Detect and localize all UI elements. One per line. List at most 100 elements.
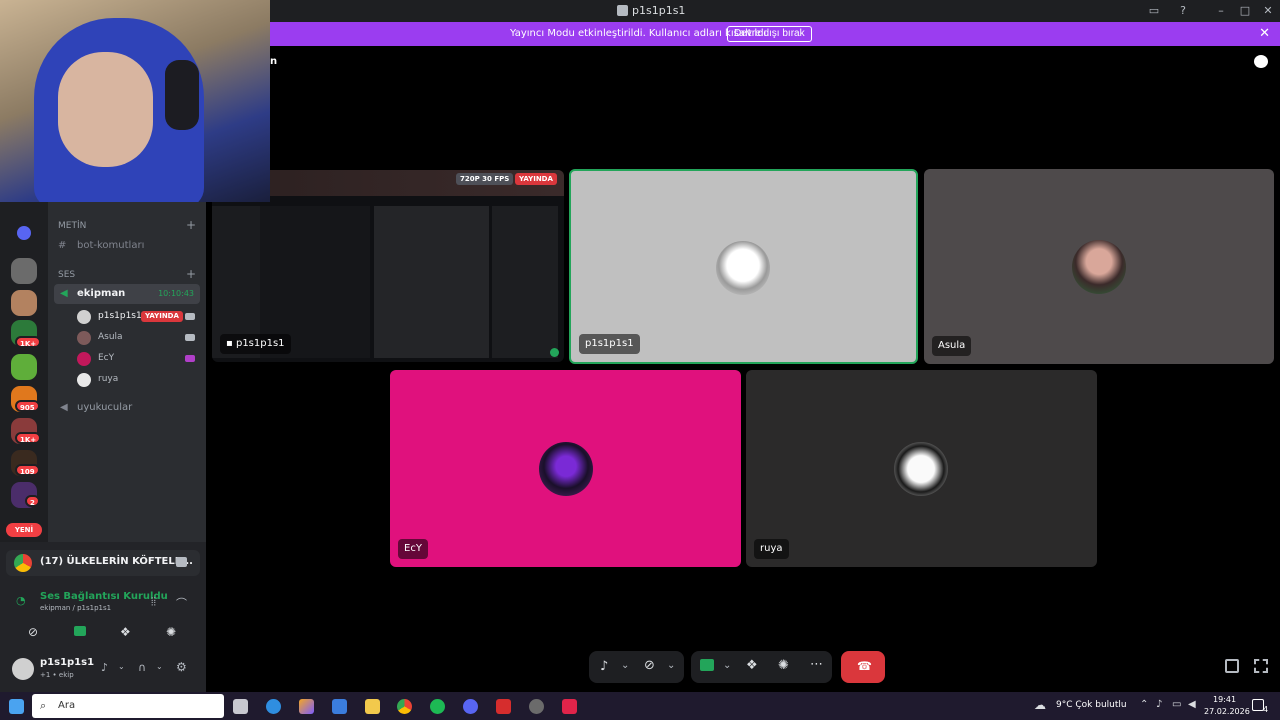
voice-channel-ekipman[interactable]: ◀ ekipman 10:10:43 [54, 284, 200, 304]
app-icon [617, 5, 628, 16]
stream-preview-chat [374, 206, 489, 358]
weather-text[interactable]: 9°C Çok bulutlu [1056, 700, 1127, 710]
chevron-down-icon[interactable]: ⌄ [156, 662, 163, 671]
help-icon[interactable]: ? [1175, 3, 1191, 19]
live-badge: YAYINDA [515, 173, 557, 185]
activities-button[interactable]: ❖ [106, 622, 146, 644]
obs-icon[interactable] [529, 699, 544, 714]
clock-time[interactable]: 19:41 [1213, 695, 1236, 704]
inbox-icon[interactable]: ▭ [1146, 3, 1162, 19]
activity-card[interactable]: (17) ÜLKELERİN KÖFTELE... [6, 550, 200, 576]
live-badge: YAYINDA [141, 311, 183, 322]
settings-gear-icon[interactable]: ⚙ [176, 660, 187, 674]
server-icon[interactable] [11, 354, 37, 380]
spotify-icon[interactable] [430, 699, 445, 714]
headphones-icon[interactable]: ∩ [138, 661, 146, 674]
maximize-button[interactable]: □ [1237, 3, 1253, 19]
toggle-camera-button[interactable]: ⊘ [14, 622, 54, 644]
avatar [77, 352, 91, 366]
server-icon[interactable] [11, 290, 37, 316]
mic-icon[interactable]: ♪ [600, 659, 608, 674]
voice-channel-uyukucular[interactable]: uyukucular [77, 402, 132, 413]
add-voice-channel-icon[interactable]: + [186, 267, 196, 281]
participant-tile[interactable]: Asula [924, 169, 1274, 364]
voice-category[interactable]: SES [58, 270, 75, 280]
chevron-down-icon[interactable]: ⌄ [621, 660, 629, 671]
server-icon[interactable] [11, 258, 37, 284]
participant-name: p1s1p1s1 [579, 334, 640, 354]
more-options-icon[interactable]: ⋯ [810, 657, 823, 672]
soundboard-button[interactable]: ✺ [152, 622, 192, 644]
chevron-down-icon[interactable]: ⌄ [723, 660, 731, 671]
disable-streamer-mode-button[interactable]: Devre dışı bırak [727, 26, 812, 42]
screen-share-icon [74, 626, 86, 636]
taskbar-search[interactable]: ⌕ Ara [32, 694, 224, 718]
chevron-up-icon[interactable]: ⌃ [1140, 699, 1148, 710]
server-rail: 1K+ 905 1K+ 109 2 [0, 202, 48, 542]
close-banner-icon[interactable]: ✕ [1259, 26, 1270, 41]
volume-icon[interactable]: ◀ [1188, 699, 1196, 710]
voice-member[interactable]: p1s1p1s1 YAYINDA [77, 308, 199, 326]
folder-icon[interactable] [365, 699, 380, 714]
stream-preview-settings [492, 206, 558, 358]
search-placeholder: Ara [58, 700, 76, 711]
discord-icon[interactable] [463, 699, 478, 714]
noise-suppression-icon[interactable]: ⦙⦙ [151, 595, 156, 609]
chrome-icon[interactable] [397, 699, 412, 714]
activities-icon[interactable]: ❖ [746, 658, 758, 673]
user-name[interactable]: p1s1p1s1 [40, 657, 94, 668]
chevron-down-icon[interactable]: ⌄ [118, 662, 125, 671]
member-name: Asula [98, 332, 123, 342]
disconnect-icon[interactable]: ⌒ [176, 595, 187, 611]
stream-preview-icon[interactable] [176, 557, 187, 567]
screen-share-icon[interactable] [700, 659, 714, 671]
app-icon[interactable] [496, 699, 511, 714]
chevron-down-icon[interactable]: ⌄ [667, 660, 675, 671]
voice-member[interactable]: Asula [77, 329, 199, 347]
camera-off-icon: ⊘ [28, 625, 39, 639]
network-icon[interactable]: ▭ [1172, 699, 1181, 710]
stream-label-text: p1s1p1s1 [235, 338, 285, 349]
add-channel-icon[interactable]: + [186, 218, 196, 232]
voice-member[interactable]: ruya [77, 371, 199, 389]
windows-start-icon[interactable] [9, 699, 24, 714]
copilot-icon[interactable] [299, 699, 314, 714]
member-name: p1s1p1s1 [98, 311, 142, 321]
participant-tile[interactable]: EcY [390, 370, 741, 567]
window-title: p1s1p1s1 [632, 4, 686, 17]
task-view-icon[interactable] [233, 699, 248, 714]
avatar [894, 442, 948, 496]
avatar [539, 442, 593, 496]
mic-tray-icon[interactable]: ♪ [1156, 699, 1162, 710]
chrome-icon [14, 554, 32, 572]
clock-date[interactable]: 27.02.2026 [1204, 707, 1250, 716]
soundboard-icon[interactable]: ✺ [778, 658, 789, 673]
store-icon[interactable] [332, 699, 347, 714]
participant-name: EcY [398, 539, 428, 559]
chat-icon[interactable] [1254, 55, 1268, 68]
participant-tile[interactable]: p1s1p1s1 [569, 169, 918, 364]
close-window-button[interactable]: ✕ [1260, 3, 1276, 19]
user-avatar[interactable] [12, 658, 34, 680]
participant-tile[interactable]: ruya [746, 370, 1097, 567]
new-unreads-pill[interactable]: YENİ [6, 523, 42, 537]
edge-icon[interactable] [266, 699, 281, 714]
connection-status[interactable]: Ses Bağlantısı Kuruldu [40, 591, 168, 602]
voice-member[interactable]: EcY [77, 350, 199, 368]
text-category[interactable]: METİN [58, 221, 86, 231]
dm-icon[interactable] [17, 226, 31, 240]
screen-share-button[interactable] [60, 622, 100, 644]
streamer-mode-banner: Yayıncı Modu etkinleştirildi. Kullanıcı … [270, 22, 1280, 46]
camera-off-icon[interactable]: ⊘ [644, 658, 655, 673]
activities-icon: ❖ [120, 625, 131, 639]
connection-detail: ekipman / p1s1p1s1 [40, 604, 112, 612]
leave-call-button[interactable]: ☎ [841, 651, 885, 683]
mic-icon[interactable]: ♪ [101, 661, 108, 674]
fullscreen-icon[interactable] [1254, 659, 1268, 673]
minimize-button[interactable]: – [1213, 3, 1229, 19]
popout-icon[interactable] [1225, 659, 1239, 673]
activity-icon [185, 355, 195, 362]
channel-bot-komutlari[interactable]: bot-komutları [77, 240, 144, 251]
notification-count: 4 [1263, 705, 1269, 714]
app-icon[interactable] [562, 699, 577, 714]
